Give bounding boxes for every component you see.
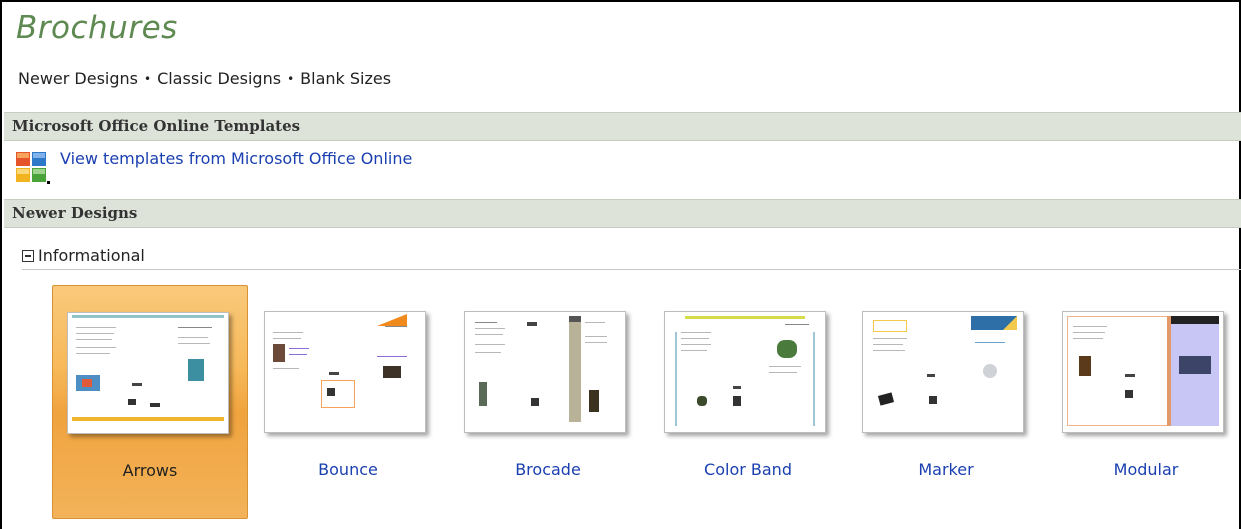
template-label: Brocade [515, 460, 581, 479]
nav-separator: • [143, 72, 152, 86]
template-label: Modular [1113, 460, 1179, 479]
template-tile-modular[interactable]: Modular [1048, 285, 1241, 519]
template-thumbnail [464, 311, 626, 433]
template-tile-bounce[interactable]: Bounce [250, 285, 446, 519]
collapse-icon[interactable] [22, 250, 34, 262]
section-header-newer: Newer Designs [4, 199, 1241, 228]
nav-blank-sizes[interactable]: Blank Sizes [300, 69, 391, 88]
template-thumbnail [1062, 311, 1224, 433]
template-label: Arrows [122, 461, 178, 480]
template-label: Bounce [318, 460, 378, 479]
group-informational: Informational [22, 244, 1241, 270]
nav-separator: • [287, 72, 295, 86]
template-label: Marker [918, 460, 974, 479]
brochures-panel: Brochures Newer Designs • Classic Designs •… [0, 0, 1241, 529]
template-label: Color Band [704, 460, 792, 479]
template-thumbnail [664, 311, 826, 433]
nav-classic-designs[interactable]: Classic Designs [157, 69, 281, 88]
template-tile-marker[interactable]: Marker [848, 285, 1044, 519]
template-tile-color-band[interactable]: Color Band [650, 285, 846, 519]
design-nav: Newer Designs • Classic Designs • Blank Size… [18, 69, 391, 88]
group-label: Informational [38, 246, 145, 265]
view-online-templates-link[interactable]: View templates from Microsoft Office Onl… [60, 149, 412, 168]
template-tile-brocade[interactable]: Brocade [450, 285, 646, 519]
template-thumbnail [862, 311, 1024, 433]
template-thumbnail [67, 312, 229, 434]
section-header-online: Microsoft Office Online Templates [4, 112, 1241, 141]
template-tile-arrows[interactable]: Arrows [52, 285, 248, 519]
office-online-icon[interactable] [14, 150, 50, 186]
page-title: Brochures [16, 10, 178, 46]
nav-newer-designs[interactable]: Newer Designs [18, 69, 138, 88]
template-thumbnail [264, 311, 426, 433]
